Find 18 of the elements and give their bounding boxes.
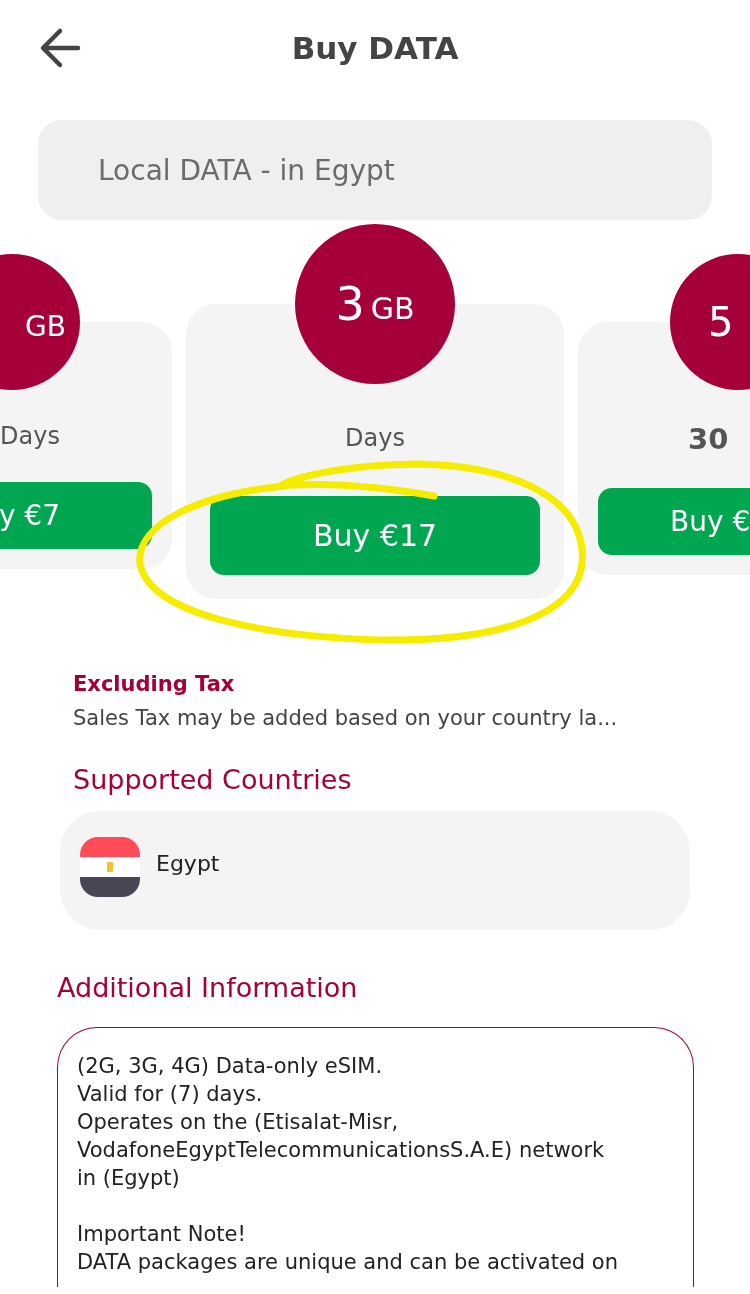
data-amount: 5 bbox=[708, 299, 734, 345]
validity-text: Days bbox=[345, 424, 405, 452]
search-field[interactable]: Local DATA - in Egypt bbox=[38, 120, 712, 220]
data-unit: GB bbox=[370, 290, 415, 326]
validity-text: Days bbox=[0, 422, 60, 450]
validity-text: 30 bbox=[688, 422, 729, 456]
country-name: Egypt bbox=[156, 851, 220, 876]
tax-note: Sales Tax may be added based on your country la... bbox=[73, 706, 619, 730]
plan-card[interactable]: 3 GB Days Buy €17 bbox=[186, 224, 564, 599]
tax-heading: Excluding Tax bbox=[73, 672, 236, 696]
flag-icon bbox=[80, 837, 140, 897]
data-amount: 3 bbox=[335, 277, 365, 331]
back-arrow-icon[interactable] bbox=[38, 26, 82, 70]
section-heading: Additional Information bbox=[57, 972, 359, 1003]
section-heading: Supported Countries bbox=[73, 764, 353, 795]
info-text: (2G, 3G, 4G) Data-only eSIM. Valid for (7) days. Operates on the (Etisalat-Misr, VodafoneEgyptTelecommunicationsS.A.E) network in (Egypt) Important Note! DATA packages are unique and can be activated on bbox=[77, 1053, 619, 1276]
page-title: Buy DATA bbox=[291, 30, 459, 66]
data-unit: GB bbox=[25, 309, 66, 343]
